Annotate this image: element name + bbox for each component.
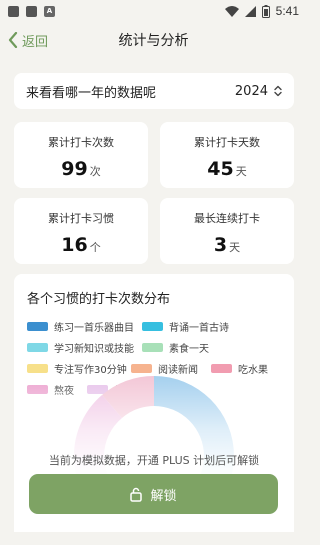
stat-unit: 天 xyxy=(229,241,241,254)
chevron-left-icon xyxy=(8,32,18,48)
stat-card-habits: 累计打卡习惯 16 个 xyxy=(14,198,148,264)
header: 返回 统计与分析 xyxy=(0,28,307,52)
notification-icon xyxy=(8,5,19,17)
stat-unit: 天 xyxy=(235,165,247,178)
stat-value: 99 xyxy=(61,158,88,180)
stat-value: 16 xyxy=(61,234,88,256)
year-select[interactable]: 2024 xyxy=(235,84,282,99)
legend-swatch xyxy=(27,364,48,373)
stat-value: 3 xyxy=(213,234,228,256)
back-label: 返回 xyxy=(22,34,49,50)
chevron-up-down-icon xyxy=(274,85,282,97)
stat-label: 累计打卡习惯 xyxy=(48,212,114,225)
year-picker-card: 来看看哪一年的数据呢 2024 xyxy=(14,73,294,109)
stat-unit: 次 xyxy=(89,165,101,178)
legend-item: 学习新知识或技能 xyxy=(27,340,142,355)
back-button[interactable]: 返回 xyxy=(8,28,48,52)
legend-swatch xyxy=(27,343,48,352)
legend-item: 练习一首乐器曲目 xyxy=(27,319,142,334)
distribution-title: 各个习惯的打卡次数分布 xyxy=(27,292,171,307)
legend-label: 素食一天 xyxy=(169,344,209,355)
clock: 5:41 xyxy=(275,4,299,18)
unlock-button[interactable]: 解锁 xyxy=(29,474,278,514)
mock-data-notice: 当前为模拟数据，开通 PLUS 计划后可解锁 xyxy=(48,454,260,467)
stat-label: 累计打卡次数 xyxy=(48,136,114,149)
stat-card-longest-streak: 最长连续打卡 3天 xyxy=(160,198,294,264)
stat-label: 最长连续打卡 xyxy=(194,212,260,225)
year-prompt: 来看看哪一年的数据呢 xyxy=(26,85,157,101)
legend-item: 背诵一首古诗 xyxy=(142,319,257,334)
legend-swatch xyxy=(142,343,163,352)
legend-label: 背诵一首古诗 xyxy=(169,323,229,334)
legend-swatch xyxy=(27,322,48,331)
selected-year: 2024 xyxy=(234,83,268,99)
legend-swatch xyxy=(142,322,163,331)
app-notification-icon: A xyxy=(44,5,55,17)
unlock-label: 解锁 xyxy=(150,488,177,504)
notification-icon xyxy=(26,5,37,17)
status-bar: A 5:41 xyxy=(0,0,307,22)
stat-card-checkin-count: 累计打卡次数 99 次 xyxy=(14,122,148,188)
wifi-icon xyxy=(224,5,239,17)
stat-card-checkin-days: 累计打卡天数 45 天 xyxy=(160,122,294,188)
stat-unit: 个 xyxy=(89,241,101,254)
legend-label: 学习新知识或技能 xyxy=(54,344,134,355)
legend-label: 练习一首乐器曲目 xyxy=(54,323,134,334)
stat-label: 累计打卡天数 xyxy=(194,136,260,149)
lock-icon xyxy=(130,487,143,502)
signal-icon xyxy=(244,5,256,17)
stat-value: 45 xyxy=(207,158,234,180)
legend-item: 素食一天 xyxy=(142,340,257,355)
battery-icon xyxy=(261,4,270,18)
